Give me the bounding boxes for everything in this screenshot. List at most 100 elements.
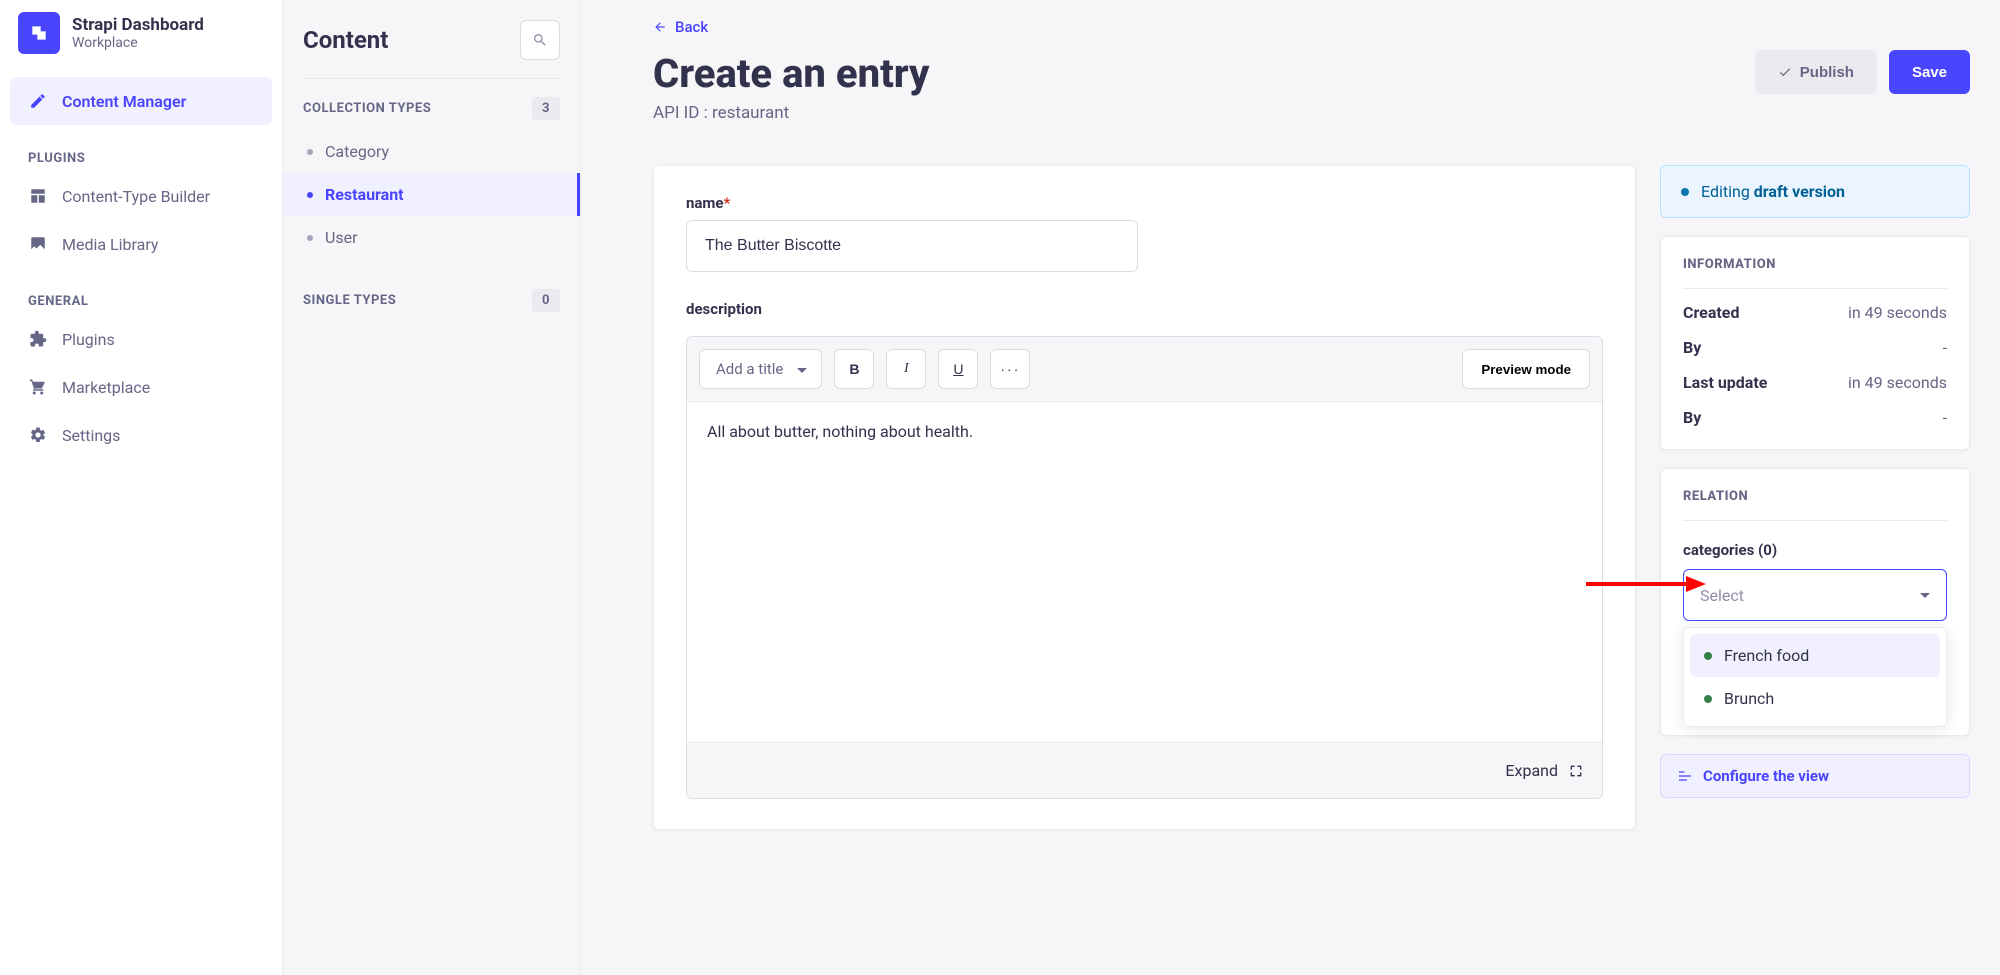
- collection-label: Restaurant: [325, 185, 404, 204]
- configure-label: Configure the view: [1703, 767, 1829, 785]
- nav-marketplace[interactable]: Marketplace: [10, 363, 272, 411]
- categories-dropdown: French food Brunch: [1683, 627, 1947, 727]
- status-bold: draft version: [1754, 182, 1845, 201]
- bullet-icon: [307, 192, 313, 198]
- info-by-value: -: [1943, 338, 1947, 357]
- info-by2-value: -: [1943, 408, 1947, 427]
- publish-label: Publish: [1800, 64, 1854, 81]
- more-formatting-button[interactable]: ···: [990, 349, 1030, 389]
- bullet-icon: [307, 149, 313, 155]
- collection-count-badge: 3: [532, 97, 560, 120]
- editor-card: name* description Add a title B I U: [653, 165, 1636, 830]
- nav-label: Settings: [62, 426, 120, 445]
- description-editor: Add a title B I U ··· Preview mode All a…: [686, 336, 1603, 799]
- content-panel: Content COLLECTION TYPES 3 Category Rest…: [283, 0, 581, 975]
- arrow-left-icon: [653, 20, 667, 34]
- status-prefix: Editing: [1701, 182, 1754, 201]
- information-heading: INFORMATION: [1683, 257, 1947, 289]
- left-navigation: Strapi Dashboard Workplace Content Manag…: [0, 0, 283, 975]
- expand-label: Expand: [1505, 761, 1558, 780]
- collection-item-user[interactable]: User: [283, 216, 580, 259]
- info-lastupdate-value: in 49 seconds: [1848, 373, 1947, 392]
- collection-item-category[interactable]: Category: [283, 130, 580, 173]
- status-dot-icon: [1704, 652, 1712, 660]
- sliders-icon: [1677, 768, 1693, 784]
- save-label: Save: [1912, 64, 1947, 81]
- collection-label: Category: [325, 142, 389, 161]
- option-label: Brunch: [1724, 689, 1774, 708]
- categories-select[interactable]: Select: [1683, 569, 1947, 621]
- option-label: French food: [1724, 646, 1809, 665]
- description-textarea[interactable]: All about butter, nothing about health.: [687, 402, 1602, 742]
- preview-mode-button[interactable]: Preview mode: [1462, 349, 1590, 389]
- nav-media-library[interactable]: Media Library: [10, 220, 272, 268]
- nav-settings[interactable]: Settings: [10, 411, 272, 459]
- main-area: Back Create an entry API ID : restaurant…: [581, 0, 2000, 975]
- info-by2-key: By: [1683, 408, 1701, 427]
- right-sidebar: Editing draft version INFORMATION Create…: [1660, 165, 1970, 798]
- select-placeholder: Select: [1700, 586, 1744, 605]
- editor-toolbar: Add a title B I U ··· Preview mode: [687, 337, 1602, 402]
- collection-heading: COLLECTION TYPES: [303, 101, 431, 116]
- expand-button[interactable]: Expand: [1505, 761, 1584, 780]
- name-input[interactable]: [686, 220, 1138, 272]
- dropdown-option-brunch[interactable]: Brunch: [1690, 677, 1940, 720]
- dropdown-option-french-food[interactable]: French food: [1690, 634, 1940, 677]
- info-lastupdate-key: Last update: [1683, 373, 1767, 392]
- content-panel-title: Content: [303, 26, 388, 54]
- information-card: INFORMATION Created in 49 seconds By - Las…: [1660, 236, 1970, 450]
- underline-button[interactable]: U: [938, 349, 978, 389]
- divider: [303, 78, 560, 79]
- app-subtitle: Workplace: [72, 35, 138, 51]
- info-created-key: Created: [1683, 303, 1739, 322]
- pencil-icon: [28, 91, 48, 111]
- back-link[interactable]: Back: [653, 18, 708, 36]
- page-title: Create an entry: [653, 50, 929, 97]
- description-label: description: [686, 300, 1603, 318]
- nav-label: Content Manager: [62, 92, 186, 111]
- collection-item-restaurant[interactable]: Restaurant: [283, 173, 580, 216]
- status-dot-icon: [1704, 695, 1712, 703]
- cart-icon: [28, 377, 48, 397]
- nav-label: Marketplace: [62, 378, 150, 397]
- caret-down-icon: [1920, 593, 1930, 603]
- search-button[interactable]: [520, 20, 560, 60]
- save-button[interactable]: Save: [1889, 50, 1970, 94]
- layout-icon: [28, 186, 48, 206]
- configure-view-button[interactable]: Configure the view: [1660, 754, 1970, 798]
- single-heading: SINGLE TYPES: [303, 293, 396, 308]
- name-label: name*: [686, 194, 1603, 212]
- status-dot-icon: [1681, 188, 1689, 196]
- image-icon: [28, 234, 48, 254]
- info-created-value: in 49 seconds: [1848, 303, 1947, 322]
- single-count-badge: 0: [532, 289, 560, 312]
- draft-status-alert: Editing draft version: [1660, 165, 1970, 218]
- puzzle-icon: [28, 329, 48, 349]
- nav-heading-general: GENERAL: [0, 276, 282, 315]
- check-icon: [1778, 65, 1792, 79]
- nav-label: Plugins: [62, 330, 115, 349]
- nav-content-type-builder[interactable]: Content-Type Builder: [10, 172, 272, 220]
- nav-label: Media Library: [62, 235, 158, 254]
- search-icon: [532, 32, 548, 48]
- relation-card: RELATION categories (0) Select French fo…: [1660, 468, 1970, 736]
- bullet-icon: [307, 235, 313, 241]
- publish-button[interactable]: Publish: [1755, 50, 1877, 94]
- strapi-logo-icon: [18, 12, 60, 54]
- nav-label: Content-Type Builder: [62, 187, 210, 206]
- back-label: Back: [675, 18, 708, 36]
- italic-button[interactable]: I: [886, 349, 926, 389]
- info-by-key: By: [1683, 338, 1701, 357]
- api-id-label: API ID : restaurant: [653, 103, 929, 123]
- bold-button[interactable]: B: [834, 349, 874, 389]
- collection-label: User: [325, 228, 358, 247]
- heading-select[interactable]: Add a title: [699, 349, 822, 389]
- nav-content-manager[interactable]: Content Manager: [10, 77, 272, 125]
- brand-block: Strapi Dashboard Workplace: [0, 0, 282, 69]
- heading-select-label: Add a title: [716, 360, 783, 378]
- relation-heading: RELATION: [1683, 489, 1947, 521]
- categories-label: categories (0): [1683, 541, 1947, 559]
- expand-icon: [1568, 763, 1584, 779]
- nav-plugins[interactable]: Plugins: [10, 315, 272, 363]
- gear-icon: [28, 425, 48, 445]
